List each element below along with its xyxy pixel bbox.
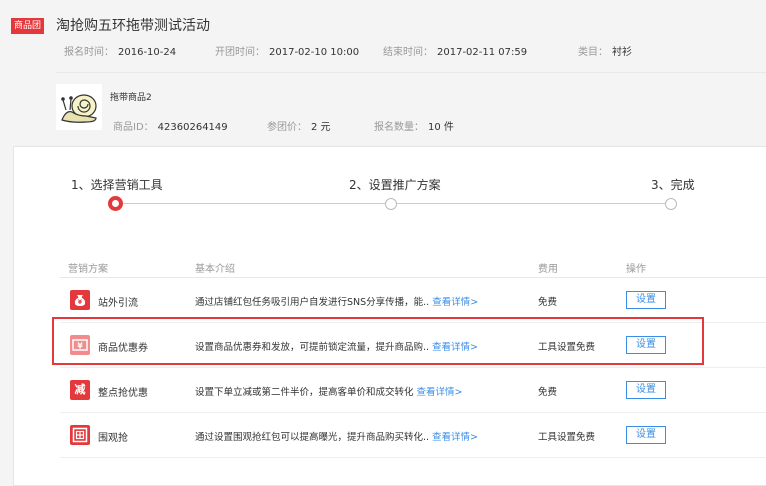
selected-row-highlight (52, 317, 704, 365)
activity-header: 商品团 淘抢购五环拖带测试活动 报名时间： 2016-10-24 开团时间： 201… (0, 0, 766, 145)
money-bag-icon: ¥ (70, 290, 90, 310)
activity-type-tag: 商品团 (11, 18, 45, 34)
product-quantity: 报名数量： 10 件 (374, 122, 454, 133)
view-details-link[interactable]: 查看详情> (432, 432, 478, 443)
row-fee: 免费 (538, 387, 558, 398)
table-row: 围观抢 通过设置围观抢红包可以提高曝光，提升商品购买转化.. 查看详情> 工具设置… (60, 413, 766, 458)
signup-time: 报名时间： 2016-10-24 (64, 47, 177, 58)
row-fee: 工具设置免费 (538, 432, 596, 443)
table-header: 营销方案 基本介绍 费用 操作 (60, 252, 766, 278)
step-connector (123, 203, 385, 204)
row-fee: 免费 (538, 297, 558, 308)
end-time: 结束时间： 2017-02-11 07:59 (383, 47, 528, 58)
row-description: 通过店铺红包任务吸引用户自发进行SNS分享传播，能.. 查看详情> (195, 297, 479, 308)
product-name: 拖带商品2 (110, 93, 152, 103)
header-fee: 费用 (538, 264, 558, 275)
start-time: 开团时间： 2017-02-10 10:00 (215, 47, 360, 58)
setup-button[interactable]: 设置 (626, 291, 666, 309)
step-connector (397, 203, 665, 204)
step-3-indicator (665, 198, 677, 210)
header-intro: 基本介绍 (195, 264, 235, 275)
row-description: 设置下单立减或第二件半价，提高客单价和成交转化 查看详情> (195, 387, 463, 398)
product-price: 参团价： 2 元 (267, 122, 331, 133)
view-details-link[interactable]: 查看详情> (432, 297, 478, 308)
step-1-label: 1、选择营销工具 (71, 178, 163, 192)
activity-title: 淘抢购五环拖带测试活动 (56, 18, 210, 34)
product-id: 商品ID： 42360264149 (113, 122, 228, 133)
row-name: 站外引流 (98, 298, 138, 309)
row-name: 整点抢优惠 (98, 388, 148, 399)
setup-button[interactable]: 设置 (626, 381, 666, 399)
category: 类目： 衬衫 (578, 47, 632, 58)
table-row: 减 整点抢优惠 设置下单立减或第二件半价，提高客单价和成交转化 查看详情> 免费 … (60, 368, 766, 413)
step-3-label: 3、完成 (651, 178, 695, 192)
header-divider (56, 72, 766, 73)
header-plan: 营销方案 (68, 264, 108, 275)
discount-icon: 减 (70, 380, 90, 400)
header-action: 操作 (626, 264, 646, 275)
step-1-indicator (108, 196, 123, 211)
step-2-indicator (385, 198, 397, 210)
product-image (56, 84, 102, 130)
setup-button[interactable]: 设置 (626, 426, 666, 444)
view-details-link[interactable]: 查看详情> (417, 387, 463, 398)
step-2-label: 2、设置推广方案 (349, 178, 441, 192)
row-name: 围观抢 (98, 433, 128, 444)
row-description: 通过设置围观抢红包可以提高曝光，提升商品购买转化.. 查看详情> (195, 432, 479, 443)
red-packet-icon (70, 425, 90, 445)
